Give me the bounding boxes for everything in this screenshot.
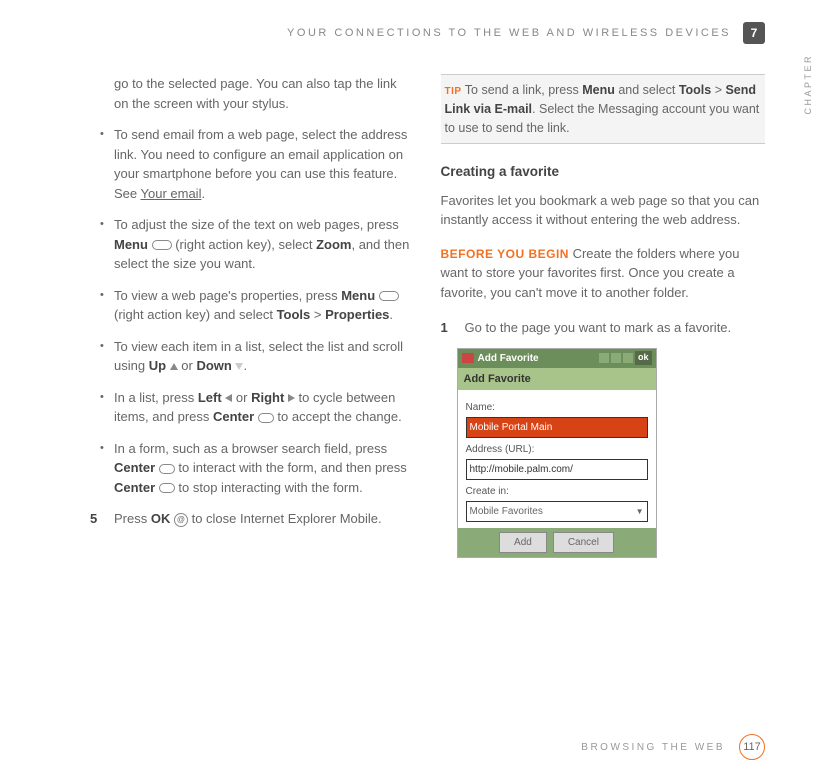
before-label: BEFORE YOU BEGIN — [441, 247, 569, 261]
right-action-key-icon — [152, 240, 172, 250]
page-number: 117 — [739, 734, 765, 760]
add-favorite-screenshot: Add Favorite ok Add Favorite Name: Mobil… — [457, 348, 657, 559]
intro-text: go to the selected page. You can also ta… — [114, 74, 415, 113]
name-label: Name: — [466, 400, 648, 415]
create-in-label: Create in: — [466, 484, 648, 499]
ss-panel-title: Add Favorite — [458, 368, 656, 391]
ok-key-icon: @ — [174, 513, 188, 527]
bullet-zoom: To adjust the size of the text on web pa… — [100, 215, 415, 274]
bullet-list-scroll: To view each item in a list, select the … — [100, 337, 415, 376]
chapter-tab-label: CHAPTER — [802, 54, 816, 115]
bullet-properties: To view a web page's properties, press M… — [100, 286, 415, 325]
left-column: go to the selected page. You can also ta… — [90, 74, 415, 558]
start-flag-icon — [462, 353, 474, 363]
right-arrow-icon — [288, 394, 295, 402]
ss-ok-button[interactable]: ok — [635, 351, 652, 365]
right-action-key-icon — [379, 291, 399, 301]
step-5: 5 Press OK @ to close Internet Explorer … — [90, 509, 415, 529]
chapter-number-badge: 7 — [743, 22, 765, 44]
center-key-icon — [258, 413, 274, 423]
favorites-intro: Favorites let you bookmark a web page so… — [441, 191, 766, 230]
page-footer: BROWSING THE WEB 117 — [581, 734, 765, 760]
url-label: Address (URL): — [466, 442, 648, 457]
signal-icon — [599, 353, 609, 363]
cancel-button[interactable]: Cancel — [553, 532, 614, 553]
footer-section-title: BROWSING THE WEB — [581, 740, 725, 755]
status-icon — [623, 353, 633, 363]
bullet-form: In a form, such as a browser search fiel… — [100, 439, 415, 498]
header-title: YOUR CONNECTIONS TO THE WEB AND WIRELESS… — [287, 25, 731, 42]
add-button[interactable]: Add — [499, 532, 547, 553]
right-column: TIP To send a link, press Menu and selec… — [441, 74, 766, 558]
center-key-icon — [159, 464, 175, 474]
bullet-list-cycle: In a list, press Left or Right to cycle … — [100, 388, 415, 427]
before-you-begin: BEFORE YOU BEGIN Create the folders wher… — [441, 244, 766, 303]
link-your-email[interactable]: Your email — [141, 186, 202, 201]
up-arrow-icon — [170, 363, 178, 370]
name-input[interactable]: Mobile Portal Main — [466, 417, 648, 438]
create-in-dropdown[interactable]: Mobile Favorites ▼ — [466, 501, 648, 522]
ss-title-bar: Add Favorite ok — [458, 349, 656, 368]
step-1: 1 Go to the page you want to mark as a f… — [441, 318, 766, 338]
bullet-email: To send email from a web page, select th… — [100, 125, 415, 203]
tip-box: TIP To send a link, press Menu and selec… — [441, 74, 766, 144]
section-title: Creating a favorite — [441, 162, 766, 182]
dropdown-arrow-icon: ▼ — [636, 506, 644, 518]
tip-label: TIP — [445, 86, 462, 97]
battery-icon — [611, 353, 621, 363]
url-input[interactable]: http://mobile.palm.com/ — [466, 459, 648, 480]
center-key-icon — [159, 483, 175, 493]
